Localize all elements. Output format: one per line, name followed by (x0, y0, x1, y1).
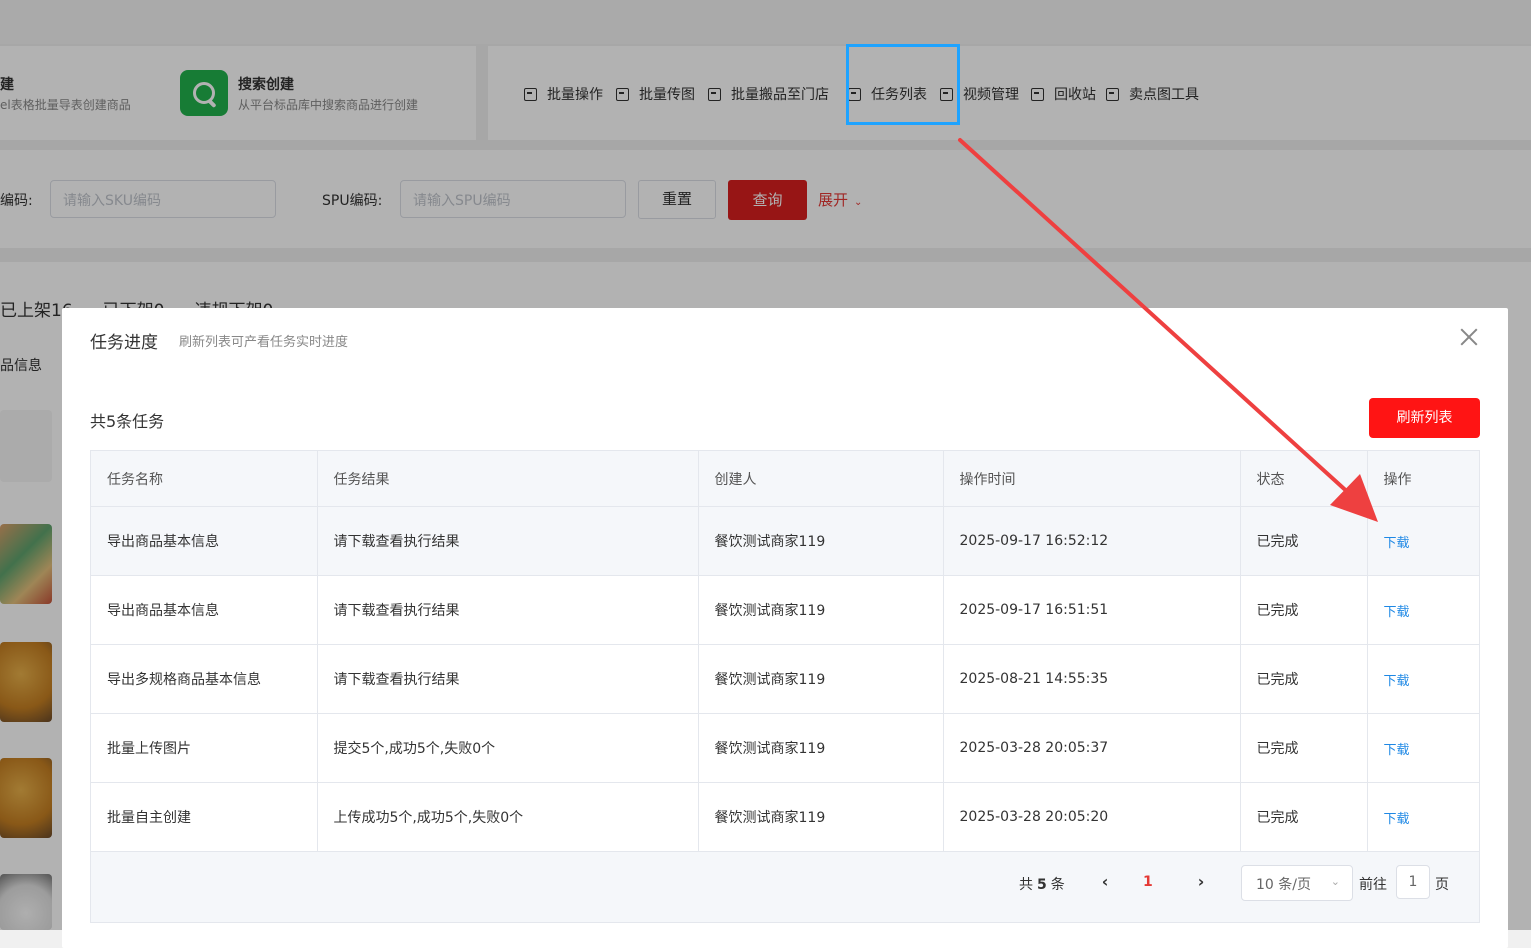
table-row: 导出多规格商品基本信息 请下载查看执行结果 餐饮测试商家119 2025-08-… (91, 644, 1479, 714)
task-name: 导出商品基本信息 (91, 506, 318, 576)
chevron-left-icon[interactable]: ‹ (1097, 874, 1113, 890)
task-name: 批量上传图片 (91, 713, 318, 783)
table-row: 导出商品基本信息 请下载查看执行结果 餐饮测试商家119 2025-09-17 … (91, 575, 1479, 645)
download-link[interactable]: 下载 (1384, 812, 1410, 827)
table-row: 批量自主创建 上传成功5个,成功5个,失败0个 餐饮测试商家119 2025-0… (91, 782, 1479, 852)
page-size-select[interactable]: 10 条/页 ⌄ (1241, 865, 1353, 901)
column-header: 创建人 (698, 451, 944, 507)
goto-page-input[interactable]: 1 (1396, 865, 1430, 899)
page-number-current[interactable]: 1 (1143, 874, 1153, 890)
task-progress-dialog: 任务进度 刷新列表可产看任务实时进度 共5条任务 刷新列表 任务名称 任务结果 … (62, 308, 1508, 948)
task-creator: 餐饮测试商家119 (698, 782, 944, 852)
task-action-cell: 下载 (1367, 575, 1479, 645)
total-suffix: 条 (1050, 877, 1065, 893)
column-header: 任务名称 (91, 451, 318, 507)
task-creator: 餐饮测试商家119 (698, 575, 944, 645)
goto-label: 前往 (1359, 877, 1387, 893)
column-header: 操作 (1367, 451, 1479, 507)
task-time: 2025-09-17 16:51:51 (943, 575, 1241, 645)
chevron-down-icon: ⌄ (1330, 875, 1340, 888)
goto-unit: 页 (1435, 877, 1449, 893)
task-result: 请下载查看执行结果 (317, 644, 699, 714)
task-result: 请下载查看执行结果 (317, 575, 699, 645)
pagination: 共5条 ‹ 1 › 10 条/页 ⌄ 前往 1 页 (91, 852, 1479, 922)
task-result: 上传成功5个,成功5个,失败0个 (317, 782, 699, 852)
column-header: 任务结果 (317, 451, 699, 507)
task-time: 2025-08-21 14:55:35 (943, 644, 1241, 714)
column-header: 状态 (1240, 451, 1368, 507)
task-creator: 餐饮测试商家119 (698, 713, 944, 783)
download-link[interactable]: 下载 (1384, 605, 1410, 620)
task-name: 导出多规格商品基本信息 (91, 644, 318, 714)
column-header: 操作时间 (943, 451, 1241, 507)
page-size-value: 10 条/页 (1256, 877, 1311, 893)
task-time: 2025-03-28 20:05:37 (943, 713, 1241, 783)
task-result: 请下载查看执行结果 (317, 506, 699, 576)
total-prefix: 共 (1019, 877, 1033, 893)
table-header-row: 任务名称 任务结果 创建人 操作时间 状态 操作 (91, 451, 1479, 507)
task-name: 批量自主创建 (91, 782, 318, 852)
refresh-list-button[interactable]: 刷新列表 (1369, 398, 1480, 438)
task-action-cell: 下载 (1367, 506, 1479, 576)
task-count: 共5条任务 (90, 412, 165, 431)
task-status: 已完成 (1240, 782, 1368, 852)
task-action-cell: 下载 (1367, 644, 1479, 714)
total-count: 5 (1037, 877, 1047, 893)
download-link[interactable]: 下载 (1384, 743, 1410, 758)
task-name: 导出商品基本信息 (91, 575, 318, 645)
task-action-cell: 下载 (1367, 713, 1479, 783)
task-status: 已完成 (1240, 506, 1368, 576)
dialog-title: 任务进度 (90, 333, 158, 353)
task-result: 提交5个,成功5个,失败0个 (317, 713, 699, 783)
task-time: 2025-09-17 16:52:12 (943, 506, 1241, 576)
pagination-total: 共5条 (1019, 874, 1065, 894)
chevron-right-icon[interactable]: › (1193, 874, 1209, 890)
table-row: 批量上传图片 提交5个,成功5个,失败0个 餐饮测试商家119 2025-03-… (91, 713, 1479, 783)
task-creator: 餐饮测试商家119 (698, 644, 944, 714)
task-creator: 餐饮测试商家119 (698, 506, 944, 576)
task-status: 已完成 (1240, 713, 1368, 783)
download-link[interactable]: 下载 (1384, 536, 1410, 551)
download-link[interactable]: 下载 (1384, 674, 1410, 689)
task-status: 已完成 (1240, 644, 1368, 714)
task-list-highlight-box (846, 44, 960, 125)
dialog-subtitle: 刷新列表可产看任务实时进度 (179, 335, 349, 350)
close-icon[interactable] (1458, 326, 1480, 348)
task-action-cell: 下载 (1367, 782, 1479, 852)
table-row: 导出商品基本信息 请下载查看执行结果 餐饮测试商家119 2025-09-17 … (91, 506, 1479, 576)
task-table: 任务名称 任务结果 创建人 操作时间 状态 操作 导出商品基本信息 请下载查看执… (90, 450, 1480, 923)
task-status: 已完成 (1240, 575, 1368, 645)
task-time: 2025-03-28 20:05:20 (943, 782, 1241, 852)
